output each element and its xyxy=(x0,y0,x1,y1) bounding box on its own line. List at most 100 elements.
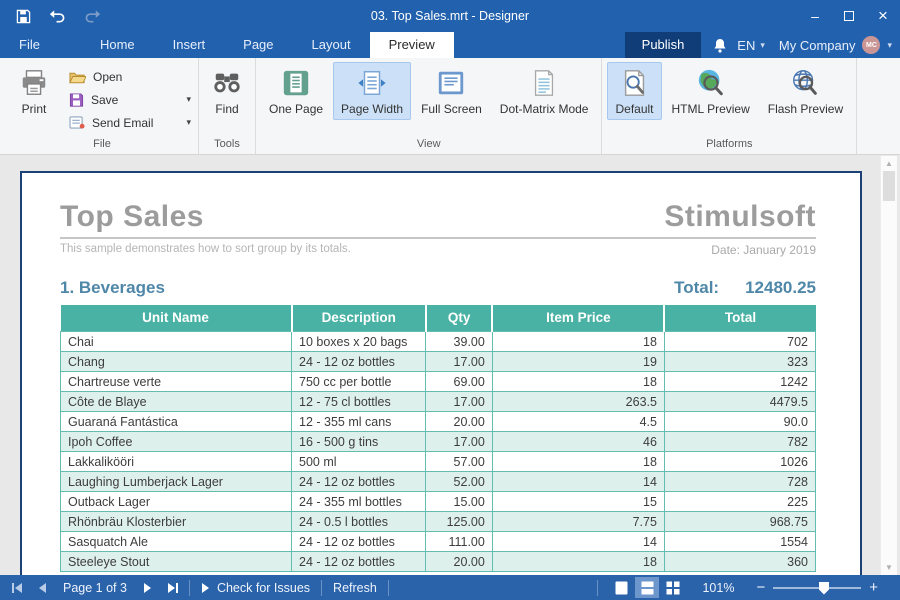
table-cell: 18 xyxy=(492,452,664,472)
table-header-row: Unit Name Description Qty Item Price Tot… xyxy=(61,305,816,332)
binoculars-icon xyxy=(212,68,242,98)
scroll-down-icon[interactable]: ▼ xyxy=(881,563,897,572)
table-cell: 39.00 xyxy=(426,332,492,352)
table-cell: 18 xyxy=(492,332,664,352)
table-cell: 90.0 xyxy=(664,412,815,432)
redo-icon[interactable] xyxy=(84,9,101,24)
tab-insert[interactable]: Insert xyxy=(154,32,225,58)
open-label: Open xyxy=(93,70,122,84)
page-indicator: Page 1 of 3 xyxy=(55,575,135,600)
save-floppy-icon xyxy=(69,93,84,107)
dot-matrix-mode-label: Dot-Matrix Mode xyxy=(500,103,589,117)
table-cell: 24 - 0.5 l bottles xyxy=(292,512,426,532)
title-bar: 03. Top Sales.mrt - Designer – × xyxy=(0,0,900,32)
zoom-out-button[interactable]: − xyxy=(748,579,773,596)
table-cell: 14 xyxy=(492,532,664,552)
scroll-up-icon[interactable]: ▲ xyxy=(881,159,897,168)
notifications-bell-icon[interactable] xyxy=(713,38,727,53)
full-screen-button[interactable]: Full Screen xyxy=(413,62,490,120)
dot-matrix-icon xyxy=(529,68,559,98)
find-button[interactable]: Find xyxy=(204,62,250,120)
statusbar-separator xyxy=(321,580,322,596)
tab-preview[interactable]: Preview xyxy=(370,32,454,58)
continuous-view-button[interactable] xyxy=(635,577,659,598)
scrollbar-thumb[interactable] xyxy=(883,171,895,201)
table-cell: 225 xyxy=(664,492,815,512)
account-menu[interactable]: My Company MC ▾ xyxy=(779,36,892,54)
table-cell: Outback Lager xyxy=(61,492,292,512)
publish-button[interactable]: Publish xyxy=(625,32,702,58)
vertical-scrollbar[interactable]: ▲ ▼ xyxy=(880,156,897,575)
close-button[interactable]: × xyxy=(866,0,900,32)
dot-matrix-mode-button[interactable]: Dot-Matrix Mode xyxy=(492,62,597,120)
table-cell: 1026 xyxy=(664,452,815,472)
flash-preview-button[interactable]: Flash Preview xyxy=(760,62,851,120)
html-preview-button[interactable]: HTML Preview xyxy=(664,62,758,120)
group-label-platforms: Platforms xyxy=(606,136,852,154)
table-cell: 17.00 xyxy=(426,352,492,372)
minimize-button[interactable]: – xyxy=(798,0,832,32)
table-cell: 1554 xyxy=(664,532,815,552)
next-page-button[interactable] xyxy=(135,575,159,600)
table-row: Chang24 - 12 oz bottles17.0019323 xyxy=(61,352,816,372)
page-width-button[interactable]: Page Width xyxy=(333,62,411,120)
tab-page[interactable]: Page xyxy=(224,32,292,58)
zoom-slider-thumb[interactable] xyxy=(819,582,829,595)
undo-icon[interactable] xyxy=(49,9,66,24)
single-page-view-button[interactable] xyxy=(609,577,633,598)
ribbon-group-platforms: Default HTML Preview Flash Preview Platf… xyxy=(602,58,857,154)
table-row: Steeleye Stout24 - 12 oz bottles20.00183… xyxy=(61,552,816,572)
table-cell: 24 - 12 oz bottles xyxy=(292,352,426,372)
report-subtitle: This sample demonstrates how to sort gro… xyxy=(60,243,351,257)
maximize-button[interactable] xyxy=(832,0,866,32)
table-cell: 4479.5 xyxy=(664,392,815,412)
table-cell: Rhönbräu Klosterbier xyxy=(61,512,292,532)
previous-page-button[interactable] xyxy=(31,575,55,600)
print-button[interactable]: Print xyxy=(11,62,57,120)
last-page-button[interactable] xyxy=(159,575,186,600)
refresh-button[interactable]: Refresh xyxy=(325,575,385,600)
save-icon[interactable] xyxy=(16,9,31,24)
first-page-button[interactable] xyxy=(0,575,31,600)
table-cell: 12 - 355 ml cans xyxy=(292,412,426,432)
table-cell: 20.00 xyxy=(426,412,492,432)
flash-preview-icon xyxy=(790,68,820,98)
table-cell: 111.00 xyxy=(426,532,492,552)
language-selector[interactable]: EN ▾ xyxy=(737,38,765,53)
table-row: Côte de Blaye12 - 75 cl bottles17.00263.… xyxy=(61,392,816,412)
tab-file[interactable]: File xyxy=(0,32,59,58)
table-cell: 1242 xyxy=(664,372,815,392)
ribbon-group-file: Print Open Save ▾ Send Email ▾ Fi xyxy=(0,58,199,154)
table-row: Rhönbräu Klosterbier24 - 0.5 l bottles12… xyxy=(61,512,816,532)
tab-home[interactable]: Home xyxy=(81,32,154,58)
column-header-item-price: Item Price xyxy=(492,305,664,332)
table-cell: 14 xyxy=(492,472,664,492)
multi-page-view-button[interactable] xyxy=(661,577,685,598)
table-cell: 360 xyxy=(664,552,815,572)
table-cell: 7.75 xyxy=(492,512,664,532)
table-cell: 500 ml xyxy=(292,452,426,472)
ribbon-group-tools: Find Tools xyxy=(199,58,256,154)
table-cell: 24 - 12 oz bottles xyxy=(292,472,426,492)
table-row: Chai10 boxes x 20 bags39.0018702 xyxy=(61,332,816,352)
table-cell: Ipoh Coffee xyxy=(61,432,292,452)
flash-preview-label: Flash Preview xyxy=(768,103,843,117)
default-preview-button[interactable]: Default xyxy=(607,62,661,120)
group-header: 1. Beverages xyxy=(60,278,165,298)
one-page-button[interactable]: One Page xyxy=(261,62,331,120)
column-header-description: Description xyxy=(292,305,426,332)
report-date: Date: January 2019 xyxy=(711,243,816,257)
tab-layout[interactable]: Layout xyxy=(293,32,370,58)
statusbar-separator xyxy=(189,580,190,596)
send-email-dropdown-button[interactable]: Send Email ▾ xyxy=(66,111,194,134)
zoom-in-button[interactable]: + xyxy=(861,579,886,596)
save-dropdown-button[interactable]: Save ▾ xyxy=(66,88,194,111)
ribbon-tab-bar: File Home Insert Page Layout Preview Pub… xyxy=(0,32,900,58)
zoom-slider[interactable] xyxy=(773,587,861,589)
continuous-view-icon xyxy=(641,581,654,595)
table-cell: 24 - 12 oz bottles xyxy=(292,532,426,552)
check-for-issues-button[interactable]: Check for Issues xyxy=(193,575,318,600)
open-button[interactable]: Open xyxy=(66,65,194,88)
table-cell: 968.75 xyxy=(664,512,815,532)
table-cell: 18 xyxy=(492,552,664,572)
